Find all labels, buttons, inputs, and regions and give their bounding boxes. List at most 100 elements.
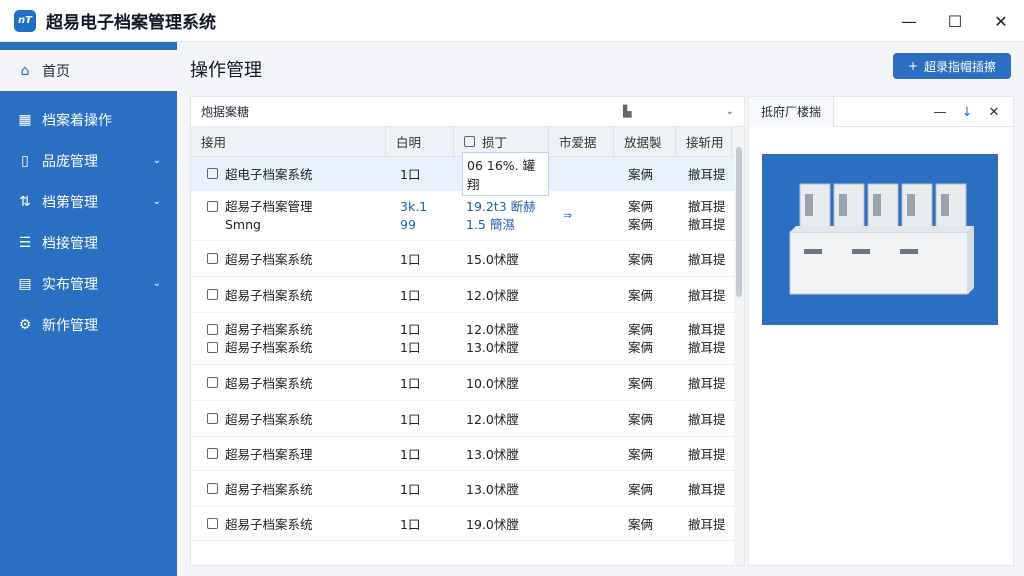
cell-5: 案俩 <box>614 479 676 498</box>
cell-name: 超电子档案系统 <box>191 164 386 183</box>
cell-text: 13.0怵膛 <box>466 339 519 355</box>
cell-text: 案俩 <box>628 517 654 532</box>
scrollbar-thumb[interactable] <box>736 147 742 297</box>
row-checkbox[interactable] <box>207 168 218 179</box>
app-title: 超易电子档案管理系统 <box>46 13 216 33</box>
preview-pin-button[interactable]: ↓ <box>956 97 978 127</box>
row-checkbox[interactable] <box>207 342 218 353</box>
column-header-5[interactable]: 放据製 <box>614 126 676 157</box>
flow-icon: ⇅ <box>19 193 31 210</box>
close-button[interactable]: ✕ <box>978 0 1024 42</box>
cell-3: 06 16%. 罐翔 <box>454 151 549 196</box>
cell-text: 案俩 <box>628 216 654 232</box>
column-header-1[interactable]: 接用 <box>191 126 386 157</box>
cell-text: 撤耳提 <box>688 482 726 497</box>
table-row[interactable]: 超易子档案系统 1口 19.0怵膛 案俩 撤耳提 <box>191 507 744 541</box>
sidebar-item-0[interactable]: ⌂ 首页 <box>0 50 177 91</box>
row-checkbox[interactable] <box>207 201 218 212</box>
cell-text: 案俩 <box>628 376 654 391</box>
cell-3: 12.0怵膛 <box>454 409 549 428</box>
column-header-6[interactable]: 接斩用 <box>676 126 732 157</box>
preview-tab[interactable]: 抵府厂楼揣 <box>749 96 835 127</box>
cell-6: 撤耳提 <box>676 249 732 268</box>
title-bar: nT 超易电子档案管理系统 — ☐ ✕ <box>0 0 1024 42</box>
cell-6: 撤耳提 撤耳提 <box>676 198 732 234</box>
cell-3: 13.0怵膛 <box>454 479 549 498</box>
cell-3: 19.0怵膛 <box>454 514 549 533</box>
column-header-2[interactable]: 白明 <box>386 126 454 157</box>
cell-name: 超易子档案系理 <box>191 444 386 463</box>
cell-text: 撤耳提 <box>688 216 726 232</box>
table-row[interactable]: 超易子档案系统 1口 12.0怵膛 案俩 撤耳提 <box>191 277 744 313</box>
table-row[interactable]: 超易子档案系统 超易子档案系统 1口 1口 12.0怵膛 13.0怵膛 案俩 案俩 撤耳提 撤耳提 <box>191 313 744 365</box>
preview-header: 抵府厂楼揣 — ↓ ✕ <box>749 96 1013 127</box>
cell-text: 超易子档案系统 <box>225 339 313 355</box>
sidebar-item-label: 首页 <box>42 63 70 80</box>
add-record-button[interactable]: + 超录指帽插擦 <box>893 53 1011 79</box>
vertical-scrollbar[interactable] <box>734 127 744 565</box>
cell-text: 超易子档案管理 <box>225 198 313 214</box>
cell-5: 案俩 <box>614 444 676 463</box>
table-row[interactable]: 超易子档案系统 1口 12.0怵膛 案俩 撤耳提 <box>191 401 744 437</box>
table-row[interactable]: 超电子档案系统 1口 06 16%. 罐翔 案俩 撤耳提 <box>191 151 744 196</box>
row-checkbox[interactable] <box>207 518 218 529</box>
cell-text: 案俩 <box>628 339 654 355</box>
cell-text: 超易子档案系统 <box>225 376 313 391</box>
list-icon: ☰ <box>18 234 32 251</box>
row-checkbox[interactable] <box>207 483 218 494</box>
row-checkbox[interactable] <box>207 448 218 459</box>
filter-dropdown[interactable]: 炮据案糖 ▙ ⌄ <box>191 97 744 127</box>
row-checkbox[interactable] <box>207 324 218 335</box>
sidebar-item-2[interactable]: ▯ 品庞管理 ⌄ <box>0 140 177 181</box>
cell-text: 案俩 <box>628 198 654 214</box>
cell-2: 1口 <box>386 479 454 498</box>
cell-text: 13.0怵膛 <box>466 447 519 462</box>
cell-text: 1.5 簡濕 <box>466 216 515 232</box>
cell-name: 超易子档案管理 Smng <box>191 198 386 234</box>
table-row[interactable]: 超易子档案管理 Smng 3k.1 99 19.2t3 断赫 1.5 簡濕 ⇒ 案俩 案俩 撤耳提… <box>191 191 744 241</box>
cell-name: 超易子档案系统 <box>191 409 386 428</box>
minimize-button[interactable]: — <box>886 0 932 42</box>
preview-minimize-button[interactable]: — <box>929 97 951 127</box>
cell-6: 撤耳提 <box>676 409 732 428</box>
cell-3: 10.0怵膛 <box>454 373 549 392</box>
row-checkbox[interactable] <box>207 377 218 388</box>
row-checkbox[interactable] <box>207 413 218 424</box>
sidebar-item-1[interactable]: ▦ 档案着操作 <box>0 99 177 140</box>
preview-panel: 抵府厂楼揣 — ↓ ✕ <box>748 96 1014 566</box>
table-row[interactable]: 超易子档案系统 1口 15.0怵膛 案俩 撤耳提 <box>191 241 744 277</box>
table-row[interactable]: 超易子档案系统 1口 13.0怵膛 案俩 撤耳提 <box>191 471 744 507</box>
preview-close-button[interactable]: ✕ <box>983 97 1005 127</box>
sidebar-item-4[interactable]: ☰ 档接管理 <box>0 222 177 263</box>
row-checkbox[interactable] <box>207 289 218 300</box>
row-checkbox[interactable] <box>207 253 218 264</box>
cell-text: 超易子档案系统 <box>225 321 313 337</box>
table-row[interactable]: 超易子档案系理 1口 13.0怵膛 案俩 撤耳提 <box>191 437 744 471</box>
sidebar-item-6[interactable]: ⚙ 新作管理 <box>0 304 177 345</box>
cell-2: 1口 <box>386 164 454 183</box>
cell-text: Smng <box>225 216 261 232</box>
cell-3: 13.0怵膛 <box>454 444 549 463</box>
column-header-label: 白明 <box>396 135 422 150</box>
column-header-label: 损丁 <box>482 135 508 150</box>
sidebar: ⌂ 首页 ▦ 档案着操作 ▯ 品庞管理 ⌄ ⇅ 档第管理 ⌄ ☰ 档接管理 ▤ 实布管理 ⌄ ⚙ 新作管理 <box>0 42 177 576</box>
chevron-down-icon: ⌄ <box>152 155 161 166</box>
sidebar-item-5[interactable]: ▤ 实布管理 ⌄ <box>0 263 177 304</box>
cell-text: 撤耳提 <box>688 376 726 391</box>
cell-6: 撤耳提 <box>676 479 732 498</box>
table-row[interactable]: 超易子档案系统 1口 10.0怵膛 案俩 撤耳提 <box>191 365 744 401</box>
column-header-4[interactable]: 市爱据 <box>549 126 614 157</box>
plus-icon: + <box>907 59 919 73</box>
cell-text: 1口 <box>400 167 421 182</box>
cell-6: 撤耳提 撤耳提 <box>676 321 732 357</box>
cell-2: 1口 <box>386 373 454 392</box>
maximize-button[interactable]: ☐ <box>932 0 978 42</box>
cell-3: 19.2t3 断赫 1.5 簡濕 <box>454 198 549 234</box>
cell-5: 案俩 <box>614 373 676 392</box>
home-icon: ⌂ <box>20 62 30 79</box>
sidebar-item-3[interactable]: ⇅ 档第管理 ⌄ <box>0 181 177 222</box>
cell-text: 超易子档案系统 <box>225 482 313 497</box>
column-header-label: 放据製 <box>624 135 662 150</box>
select-all-checkbox[interactable] <box>464 136 475 147</box>
cell-5: 案俩 <box>614 285 676 304</box>
